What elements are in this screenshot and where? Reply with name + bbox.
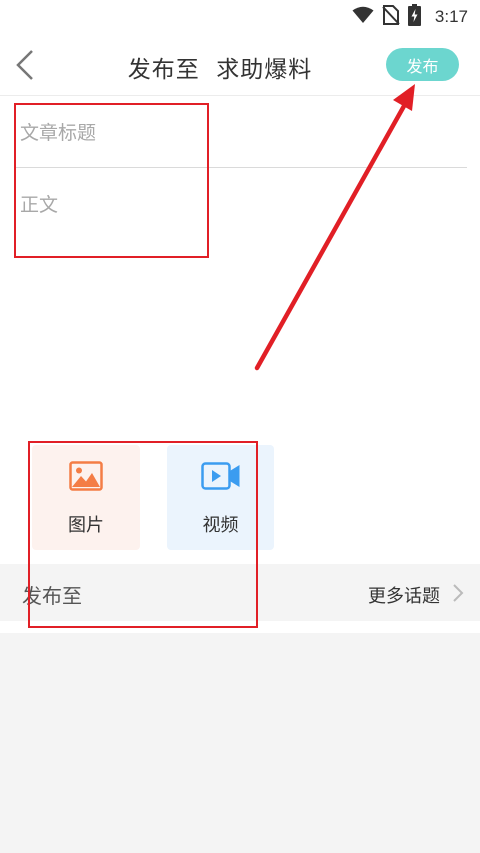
image-icon	[69, 461, 103, 495]
status-time: 3:17	[434, 7, 468, 26]
battery-charging-icon	[407, 4, 421, 30]
chevron-right-icon	[452, 583, 464, 607]
publish-to-label: 发布至	[22, 584, 82, 608]
no-sim-icon	[382, 5, 400, 29]
publish-to-row[interactable]: 发布至 更多话题	[0, 564, 480, 621]
add-video-label: 视频	[202, 515, 239, 536]
publish-button[interactable]: 发布	[386, 48, 459, 81]
status-bar: 3:17	[0, 0, 480, 32]
page-title: 发布至 求助爆料	[127, 57, 313, 83]
article-title-input[interactable]	[20, 118, 466, 148]
section-spacer	[0, 621, 480, 633]
editor-divider	[14, 167, 467, 168]
video-camera-icon	[200, 461, 241, 495]
add-image-label: 图片	[68, 515, 104, 536]
article-body-input[interactable]	[20, 190, 466, 350]
add-image-button[interactable]: 图片	[32, 445, 140, 550]
bottom-panel	[0, 633, 480, 853]
more-topics-link[interactable]: 更多话题	[368, 582, 440, 608]
header: 发布至 求助爆料 发布	[0, 32, 480, 96]
wifi-icon	[352, 6, 374, 28]
status-icons: 3:17	[352, 4, 468, 30]
add-video-button[interactable]: 视频	[167, 445, 274, 550]
